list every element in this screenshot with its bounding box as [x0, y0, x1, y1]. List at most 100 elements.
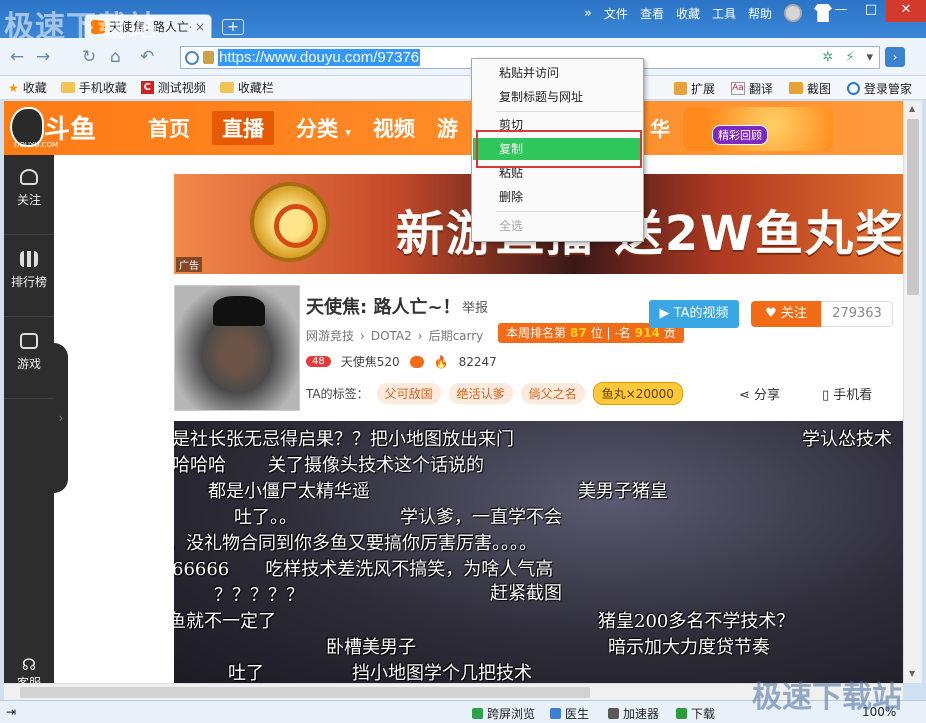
- undo-icon[interactable]: ↶: [140, 47, 154, 67]
- danmu-comment: 挡小地图学个几把技术: [352, 663, 532, 683]
- menu-help[interactable]: 帮助: [748, 5, 772, 22]
- video-player[interactable]: 是社长张无忌得启果？？把小地图放出来门 学认怂技术 哈哈哈 关了摄像头技术这个话…: [174, 421, 903, 683]
- sidebar-item-follow[interactable]: 关注: [4, 155, 54, 235]
- follow-button[interactable]: ♥ 关注: [751, 301, 821, 327]
- danmu-comment: 学认怂技术: [802, 429, 892, 450]
- danmu-comment: 都是小僵尸太精华遥: [208, 481, 370, 502]
- danmu-comment: 暗示加大力度贷节奏: [608, 637, 770, 658]
- nav-live[interactable]: 直播: [212, 111, 274, 145]
- address-dropdown-icon[interactable]: ▾: [866, 50, 873, 65]
- minimize-button[interactable]: —: [826, 0, 856, 22]
- menu-file[interactable]: 文件: [604, 5, 628, 22]
- sidebar-toggle-icon[interactable]: ⇥: [6, 705, 16, 719]
- bookmark-test-video[interactable]: C 测试视频: [140, 79, 206, 96]
- sidebar-item-games[interactable]: 游戏: [4, 319, 54, 399]
- heart-icon: [20, 169, 38, 185]
- tag-item[interactable]: 父可敌国: [376, 383, 441, 404]
- speed-bolt-icon[interactable]: ⚡: [845, 50, 854, 65]
- tab-close-icon[interactable]: ×: [195, 20, 205, 34]
- danmu-comment: 猪皇200多名不学技术？: [598, 611, 795, 632]
- tags-label: TA的标签：: [306, 387, 369, 401]
- lock-icon: [203, 51, 214, 64]
- refresh-icon[interactable]: ↻: [82, 47, 96, 67]
- sidebar-item-service[interactable]: ☊ 客服: [4, 655, 54, 683]
- danmu-comment: 66666 吃样技术差洗风不搞笑，为啥人气高: [174, 559, 554, 580]
- download-icon: [676, 708, 687, 719]
- menu-item-copy-title-url[interactable]: 复制标题与网址: [473, 86, 642, 108]
- menu-view[interactable]: 查看: [640, 5, 664, 22]
- scroll-up-icon[interactable]: ▲: [909, 104, 915, 113]
- heart-icon: ♥: [765, 306, 781, 321]
- tag-item[interactable]: 倘父之名: [520, 383, 585, 404]
- extensions-icon: [673, 81, 687, 95]
- ta-video-button[interactable]: ▶ TA的视频: [649, 300, 739, 328]
- chevron-down-icon: ▾: [345, 126, 351, 139]
- menu-item-delete[interactable]: 删除: [473, 186, 642, 208]
- menu-overflow-icon[interactable]: »: [584, 6, 592, 21]
- nav-video[interactable]: 视频: [373, 113, 415, 143]
- download-button[interactable]: 下载: [676, 705, 715, 722]
- watermark-bottom: 极速下载站: [752, 680, 902, 715]
- sidebar-expand-tab[interactable]: ›: [54, 343, 68, 493]
- forward-icon[interactable]: →: [36, 47, 50, 67]
- yuwan-gift[interactable]: 鱼丸×20000: [592, 382, 683, 405]
- new-tab-button[interactable]: +: [222, 19, 244, 35]
- screenshot-button[interactable]: 截图: [788, 80, 831, 97]
- menu-tools[interactable]: 工具: [712, 5, 736, 22]
- cross-screen-button[interactable]: 跨屏浏览: [472, 705, 535, 722]
- douyu-logo[interactable]: 斗鱼 DOUYU.COM: [6, 103, 116, 153]
- close-window-button[interactable]: ✕: [886, 0, 926, 22]
- bookmark-mobile-favorites[interactable]: 手机收藏: [60, 79, 127, 96]
- level-badge: 48: [306, 356, 331, 367]
- highlight-replay-badge[interactable]: 精彩回顾: [712, 125, 768, 145]
- nav-category[interactable]: 分类 ▾: [296, 113, 351, 143]
- bookmark-bar-folder[interactable]: 收藏栏: [219, 79, 274, 96]
- danmu-comment: 哈哈哈: [174, 455, 226, 476]
- menu-item-paste-and-go[interactable]: 粘贴并访问: [473, 62, 642, 84]
- home-icon[interactable]: ⌂: [110, 47, 121, 67]
- nav-home[interactable]: 首页: [148, 113, 190, 143]
- back-icon[interactable]: ←: [10, 47, 24, 67]
- mobile-watch-button[interactable]: ▯ 手机看: [822, 384, 872, 403]
- bookmarks-bar: ★ 收藏 手机收藏 C 测试视频 收藏栏 扩展 Aa 翻译 截图 登录管家: [0, 76, 926, 100]
- url-text[interactable]: https://www.douyu.com/97376: [218, 49, 421, 66]
- security-shield-icon[interactable]: ✲: [822, 50, 833, 65]
- breadcrumb-3[interactable]: 后期carry: [429, 327, 484, 344]
- login-manager-button[interactable]: 登录管家: [846, 80, 912, 97]
- streamer-tags: TA的标签： 父可敌国 绝活认爹 倘父之名 鱼丸×20000: [306, 382, 683, 405]
- nav-highlight[interactable]: 华: [650, 113, 670, 142]
- streamer-stats: 48 天使焦520 🔥 82247: [306, 353, 497, 370]
- menu-favorites[interactable]: 收藏: [676, 5, 700, 22]
- folder-icon: [60, 82, 75, 93]
- accelerator-button[interactable]: 加速器: [608, 705, 659, 722]
- scroll-down-icon[interactable]: ▼: [909, 669, 915, 678]
- medal-icon[interactable]: [784, 4, 802, 22]
- share-icon: ⋖: [739, 388, 755, 403]
- danmu-comment: 是社长张无忌得启果？？把小地图放出来门: [174, 429, 514, 450]
- streamer-avatar[interactable]: [174, 285, 300, 411]
- extensions-button[interactable]: 扩展: [673, 80, 715, 97]
- vertical-scroll-thumb[interactable]: [907, 119, 919, 295]
- danmu-comment: 吐了: [228, 663, 264, 683]
- horizontal-scroll-thumb[interactable]: [20, 687, 590, 698]
- c-logo-icon: C: [140, 81, 154, 94]
- vertical-scrollbar[interactable]: ▲ ▼: [903, 101, 922, 683]
- doctor-icon: [550, 708, 561, 719]
- go-icon[interactable]: ›: [885, 47, 905, 67]
- maximize-button[interactable]: □: [856, 0, 886, 22]
- share-button[interactable]: ⋖ 分享: [739, 384, 780, 403]
- breadcrumb-1[interactable]: 网游竞技: [306, 327, 354, 344]
- follower-count: 279363: [821, 301, 893, 327]
- doctor-button[interactable]: 医生: [550, 705, 589, 722]
- danmu-comment: 学认爹，一直学不会: [400, 507, 562, 528]
- tag-item[interactable]: 绝活认爹: [448, 383, 513, 404]
- chat-bubble-icon: [409, 355, 424, 368]
- bookmark-favorites[interactable]: ★ 收藏: [8, 79, 47, 96]
- window-controls: — □ ✕: [826, 0, 926, 22]
- web-page: 斗鱼 DOUYU.COM 首页 直播 分类 ▾ 视频 游 华 精彩回顾 关注 排…: [4, 101, 903, 683]
- nav-game[interactable]: 游: [437, 113, 458, 143]
- breadcrumb-2[interactable]: DOTA2: [371, 329, 412, 343]
- sidebar-item-ranking[interactable]: 排行榜: [4, 237, 54, 317]
- translate-button[interactable]: Aa 翻译: [730, 80, 773, 97]
- report-link[interactable]: 举报: [462, 297, 488, 316]
